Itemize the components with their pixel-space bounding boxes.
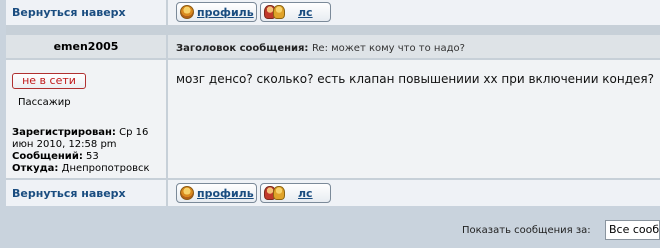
pm-two-persons-icon: [264, 186, 285, 200]
post-message: мозг денсо? сколько? есть клапан повышен…: [176, 72, 655, 86]
subject-label: Заголовок сообщения:: [176, 43, 309, 54]
registered-label: Зарегистрирован:: [12, 127, 116, 138]
post-author-name[interactable]: emen2005: [6, 35, 166, 53]
offline-status-badge: не в сети: [12, 73, 86, 89]
post-subject-cell: Заголовок сообщения: Re: может кому что …: [168, 35, 660, 58]
bottom-row-left: Вернуться наверх: [6, 180, 166, 206]
pm-button-label: лс: [298, 5, 313, 19]
pm-two-persons-icon: [264, 5, 285, 19]
post-subject: Заголовок сообщения: Re: может кому что …: [176, 41, 465, 54]
profile-button[interactable]: профиль: [176, 2, 257, 22]
profile-button-label: профиль: [197, 5, 254, 19]
posts-label: Сообщений:: [12, 151, 83, 162]
profile-button-bottom[interactable]: профиль: [176, 183, 257, 203]
show-messages-label: Показать сообщения за:: [462, 225, 591, 236]
profile-button-label: профиль: [197, 186, 254, 200]
period-select[interactable]: Все сообщения: [605, 220, 660, 240]
back-to-top-link[interactable]: Вернуться наверх: [12, 6, 126, 19]
user-rank: Пассажир: [18, 97, 71, 108]
from-line: Откуда: Днепропотровск: [12, 163, 160, 175]
pm-button-label: лс: [298, 186, 313, 200]
back-to-top-link-bottom[interactable]: Вернуться наверх: [12, 187, 126, 200]
pm-button[interactable]: лс: [260, 2, 331, 22]
top-row-right: профиль лс: [168, 0, 660, 25]
top-row-left: Вернуться наверх: [6, 0, 166, 25]
from-value: Днепропотровск: [61, 163, 150, 174]
from-label: Откуда:: [12, 163, 59, 174]
profile-person-icon: [180, 5, 194, 19]
posts-value: 53: [86, 151, 99, 162]
post-table: Вернуться наверх профиль лс emen2005 Заг…: [6, 0, 660, 206]
profile-person-icon: [180, 186, 194, 200]
registered-line: Зарегистрирован: Ср 16 июн 2010, 12:58 p…: [12, 127, 160, 151]
user-info: Зарегистрирован: Ср 16 июн 2010, 12:58 p…: [12, 127, 160, 175]
subject-value: Re: может кому что то надо?: [311, 43, 465, 54]
post-author-cell: emen2005: [6, 35, 166, 58]
posts-line: Сообщений: 53: [12, 151, 160, 163]
bottom-row-right: профиль лс: [168, 180, 660, 206]
pm-button-bottom[interactable]: лс: [260, 183, 331, 203]
